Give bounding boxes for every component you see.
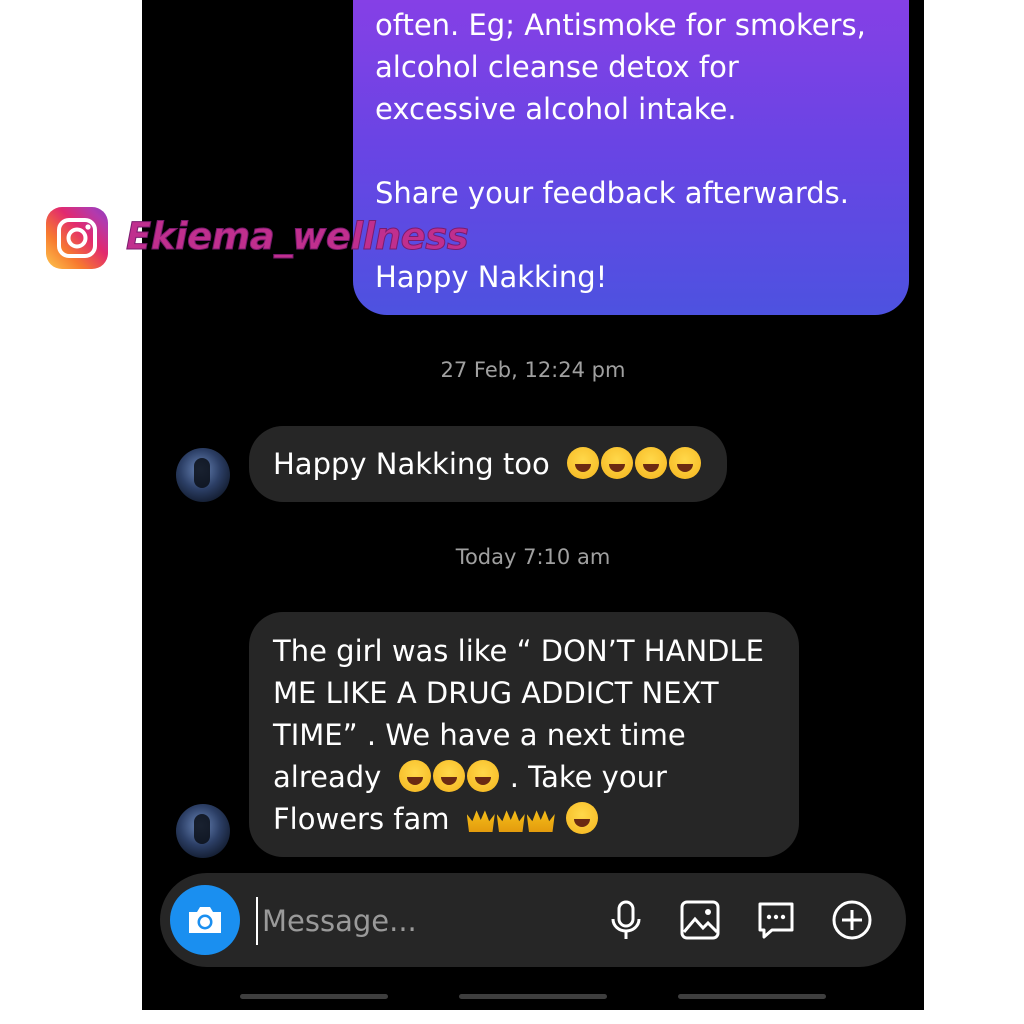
incoming-message-bubble[interactable]: Happy Nakking too xyxy=(249,426,727,502)
gallery-icon[interactable] xyxy=(678,898,722,942)
message-line: TIME” . We have a next time xyxy=(273,718,686,752)
message-line: The girl was like “ DON’T HANDLE xyxy=(273,634,764,668)
chat-screen: often. Eg; Antismoke for smokers, alcoho… xyxy=(142,0,924,1010)
microphone-icon[interactable] xyxy=(604,898,648,942)
message-text: Happy Nakking too xyxy=(273,447,550,481)
incoming-message-bubble[interactable]: The girl was like “ DON’T HANDLE ME LIKE… xyxy=(249,612,799,857)
watermark-handle: Ekiema_wellness xyxy=(125,215,469,259)
message-input[interactable] xyxy=(256,897,594,945)
instagram-icon xyxy=(46,207,108,269)
camera-icon xyxy=(189,907,221,933)
message-line: Flowers fam xyxy=(273,798,775,840)
message-line: ME LIKE A DRUG ADDICT NEXT xyxy=(273,676,719,710)
laughing-emoji-icon xyxy=(398,760,510,794)
message-line: already . Take your xyxy=(273,756,775,798)
message-composer xyxy=(160,873,906,967)
timestamp-second: Today 7:10 am xyxy=(455,545,611,569)
message-text: . Take your xyxy=(509,760,667,794)
outgoing-message-bubble[interactable]: often. Eg; Antismoke for smokers, alcoho… xyxy=(353,0,909,315)
sender-avatar[interactable] xyxy=(176,448,230,502)
nav-gesture-bar xyxy=(678,994,826,999)
message-text: Flowers fam xyxy=(273,802,450,836)
crown-emoji-icon xyxy=(466,802,566,836)
add-icon[interactable] xyxy=(830,898,874,942)
laughing-emoji-icon xyxy=(565,802,600,836)
nav-gesture-bar xyxy=(240,994,388,999)
sticker-icon[interactable] xyxy=(754,898,798,942)
laughing-emoji-icon xyxy=(566,447,703,481)
nav-gesture-bar xyxy=(459,994,607,999)
message-text: already xyxy=(273,760,382,794)
camera-button[interactable] xyxy=(170,885,240,955)
sender-avatar[interactable] xyxy=(176,804,230,858)
timestamp-first: 27 Feb, 12:24 pm xyxy=(440,358,626,382)
